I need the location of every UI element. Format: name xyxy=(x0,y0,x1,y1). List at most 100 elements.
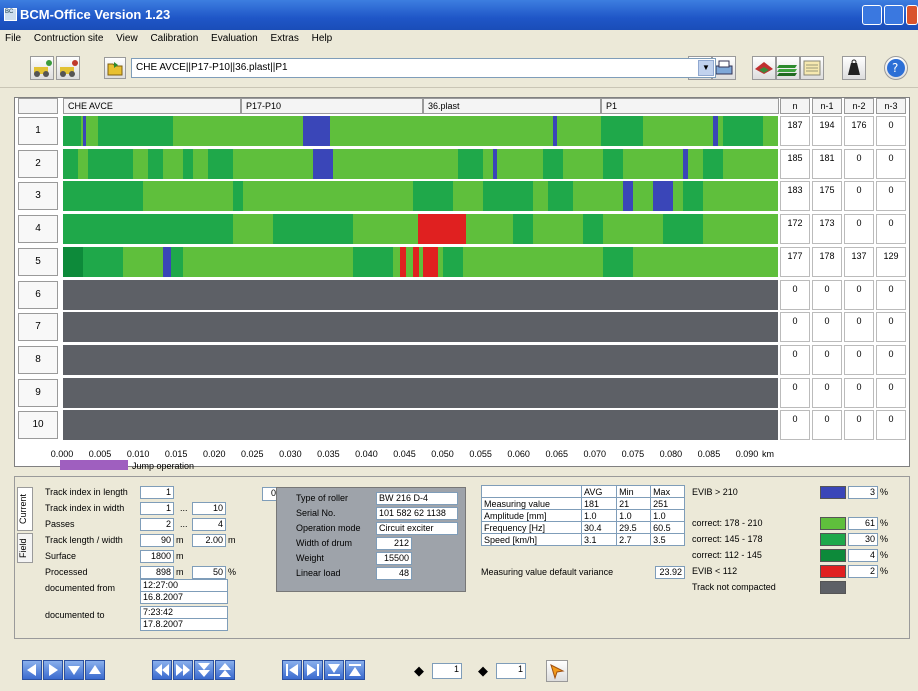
stat-cell: 181 xyxy=(812,148,842,179)
menu-construction-site[interactable]: Contruction site xyxy=(29,30,108,47)
row-label[interactable]: 5 xyxy=(18,247,58,276)
track-row[interactable] xyxy=(63,312,778,343)
stat-cell: 0 xyxy=(876,116,906,146)
first-button[interactable] xyxy=(282,660,302,680)
track-segment xyxy=(458,148,483,179)
track-row[interactable] xyxy=(63,377,778,408)
vertical-step-field[interactable]: 1 xyxy=(496,663,526,679)
menu-extras[interactable]: Extras xyxy=(266,30,304,47)
axis-tick-label: 0.090 xyxy=(735,449,759,459)
horizontal-step-field[interactable]: 1 xyxy=(432,663,462,679)
row-label[interactable]: 6 xyxy=(18,280,58,309)
range-ellipsis: ... xyxy=(180,519,188,529)
row-label[interactable]: 8 xyxy=(18,345,58,374)
menu-file[interactable]: File xyxy=(0,30,26,47)
track-row[interactable] xyxy=(63,279,778,310)
track-segment xyxy=(163,246,171,277)
double-up-icon xyxy=(219,663,231,677)
track-row[interactable] xyxy=(63,148,778,179)
stat-cell: 173 xyxy=(812,214,842,245)
track-row[interactable] xyxy=(63,410,778,441)
axis-unit: km xyxy=(762,449,774,459)
legend-swatch xyxy=(820,486,846,499)
menu-calibration[interactable]: Calibration xyxy=(145,30,203,47)
stat-cell: 0 xyxy=(876,148,906,179)
weight-button[interactable] xyxy=(842,56,866,80)
track-index-length-field[interactable]: 1 xyxy=(140,486,174,499)
list-button[interactable] xyxy=(800,56,824,80)
measure-value: 3.1 xyxy=(580,533,618,546)
maximize-button[interactable] xyxy=(884,5,904,25)
navigation-bar: ◆ 1 ◆ 1 xyxy=(0,653,918,691)
fast-left-button[interactable] xyxy=(152,660,172,680)
layers-button[interactable] xyxy=(776,56,800,80)
track-row[interactable] xyxy=(63,214,778,245)
menu-help[interactable]: Help xyxy=(307,30,338,47)
track-length-width-label: Track length / width xyxy=(45,535,123,545)
row-label[interactable]: 1 xyxy=(18,117,58,145)
track-index-width-max-field[interactable]: 10 xyxy=(192,502,226,515)
chevron-down-icon[interactable]: ▼ xyxy=(698,60,714,76)
skip-top-icon xyxy=(349,664,361,676)
row-label[interactable]: 3 xyxy=(18,182,58,211)
last-button[interactable] xyxy=(303,660,323,680)
minimize-button[interactable] xyxy=(862,5,882,25)
menu-evaluation[interactable]: Evaluation xyxy=(206,30,263,47)
measure-value: 21 xyxy=(616,497,652,510)
fast-up-button[interactable] xyxy=(215,660,235,680)
row-label[interactable]: 9 xyxy=(18,378,58,407)
axis-tick-label: 0.070 xyxy=(583,449,607,459)
roller-add-button[interactable] xyxy=(30,56,54,80)
row-label[interactable]: 4 xyxy=(18,215,58,244)
legend-swatch xyxy=(820,533,846,546)
row-label[interactable]: 7 xyxy=(18,313,58,342)
tab-field[interactable]: Field xyxy=(17,533,33,563)
path-select[interactable]: CHE AVCE||P17-P10||36.plast||P1 ▼ xyxy=(131,58,716,78)
track-segment xyxy=(413,181,453,212)
track-index-width-field[interactable]: 1 xyxy=(140,502,174,515)
unit-percent: % xyxy=(880,534,889,544)
fast-right-button[interactable] xyxy=(173,660,193,680)
stat-cell: 0 xyxy=(812,377,842,408)
track-length-field[interactable]: 90 xyxy=(140,534,174,547)
tab-current[interactable]: Current xyxy=(17,487,33,531)
nav-down-button[interactable] xyxy=(64,660,84,680)
legend-percent: 2 xyxy=(848,565,878,578)
track-row[interactable] xyxy=(63,344,778,375)
bottom-button[interactable] xyxy=(324,660,344,680)
processed-pct-field: 50 xyxy=(192,566,226,579)
track-row[interactable] xyxy=(63,246,778,277)
track-segment xyxy=(483,181,533,212)
roller-view-button[interactable] xyxy=(752,56,776,80)
nav-right-button[interactable] xyxy=(43,660,63,680)
documented-from-label: documented from xyxy=(45,583,116,593)
layers-icon xyxy=(777,65,797,76)
roller-field-label: Weight xyxy=(296,553,324,563)
stat-cell: 0 xyxy=(812,344,842,375)
close-button[interactable] xyxy=(906,5,918,25)
track-row[interactable] xyxy=(63,116,778,146)
passes-field[interactable]: 2 xyxy=(140,518,174,531)
stat-cell: 0 xyxy=(812,312,842,343)
roller-remove-button[interactable] xyxy=(56,56,80,80)
arrow-right-icon xyxy=(49,664,58,676)
arrow-up-icon xyxy=(89,665,101,674)
track-width-field[interactable]: 2.00 xyxy=(192,534,226,547)
nav-left-button[interactable] xyxy=(22,660,42,680)
menu-view[interactable]: View xyxy=(111,30,143,47)
fast-down-button[interactable] xyxy=(194,660,214,680)
measure-value: 181 xyxy=(580,497,618,510)
top-button[interactable] xyxy=(345,660,365,680)
open-folder-button[interactable] xyxy=(104,57,126,79)
track-grid-panel: CHE AVCE P17-P10 36.plast P1 n n-1 n-2 n… xyxy=(14,97,910,467)
track-row[interactable] xyxy=(63,181,778,212)
help-button[interactable]: ? xyxy=(884,56,908,80)
grid-header-site: CHE AVCE xyxy=(63,98,241,114)
zoom-button[interactable] xyxy=(546,660,568,682)
row-label[interactable]: 10 xyxy=(18,411,58,440)
stat-cell: 0 xyxy=(844,312,874,343)
passes-max-field[interactable]: 4 xyxy=(192,518,226,531)
row-label[interactable]: 2 xyxy=(18,149,58,178)
track-segment xyxy=(303,116,330,146)
nav-up-button[interactable] xyxy=(85,660,105,680)
